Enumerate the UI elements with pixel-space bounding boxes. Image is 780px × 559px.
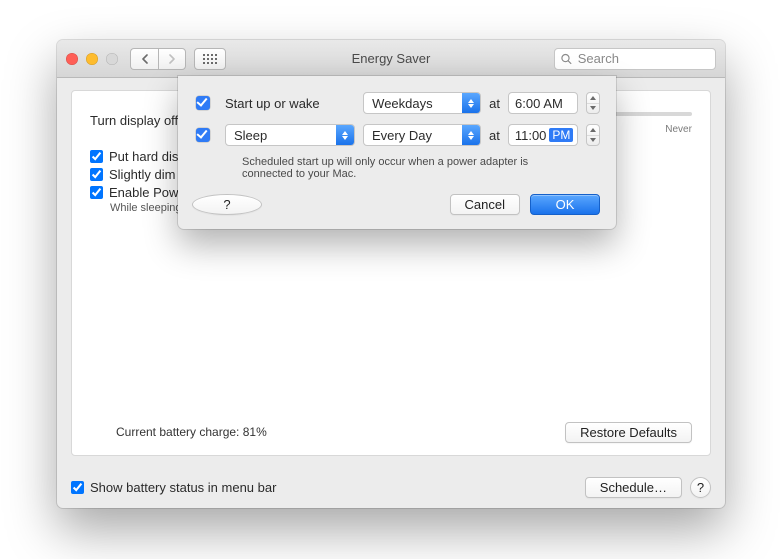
- sleep-time-field[interactable]: 11:00 PM: [508, 124, 578, 146]
- forward-button: [158, 48, 186, 70]
- wake-label: Start up or wake: [225, 96, 320, 111]
- menu-bar-battery-checkbox[interactable]: Show battery status in menu bar: [71, 480, 276, 495]
- titlebar: Energy Saver: [57, 40, 725, 78]
- back-button[interactable]: [130, 48, 158, 70]
- minimize-window-button[interactable]: [86, 53, 98, 65]
- sleep-action-popup[interactable]: Sleep: [225, 124, 355, 146]
- bottom-bar: Show battery status in menu bar Schedule…: [71, 477, 711, 498]
- search-input[interactable]: [576, 50, 709, 67]
- wake-enable-checkbox[interactable]: [196, 96, 210, 110]
- schedule-button[interactable]: Schedule…: [585, 477, 682, 498]
- sleep-days-popup[interactable]: Every Day: [363, 124, 481, 146]
- chevron-updown-icon: [462, 93, 480, 113]
- search-icon: [561, 53, 572, 65]
- schedule-note: Scheduled start up will only occur when …: [242, 156, 562, 180]
- chevron-updown-icon: [462, 125, 480, 145]
- ok-button[interactable]: OK: [530, 194, 600, 215]
- search-field[interactable]: [554, 48, 716, 70]
- slider-tick: Never: [665, 124, 692, 135]
- battery-charge-status: Current battery charge: 81%: [116, 425, 267, 439]
- show-all-button[interactable]: [194, 48, 226, 70]
- window-controls: [66, 53, 118, 65]
- wake-time-field[interactable]: 6:00 AM: [508, 92, 578, 114]
- sleep-enable-checkbox[interactable]: [196, 128, 210, 142]
- chevron-updown-icon: [336, 125, 354, 145]
- help-button[interactable]: ?: [690, 477, 711, 498]
- schedule-sheet: Start up or wake Weekdays at 6:00 AM Sle…: [178, 76, 616, 229]
- at-label: at: [489, 128, 500, 143]
- at-label: at: [489, 96, 500, 111]
- sleep-time-stepper[interactable]: [586, 124, 600, 146]
- cancel-button[interactable]: Cancel: [450, 194, 520, 215]
- zoom-window-button: [106, 53, 118, 65]
- wake-time-stepper[interactable]: [586, 92, 600, 114]
- wake-days-popup[interactable]: Weekdays: [363, 92, 481, 114]
- nav-buttons: [130, 48, 186, 70]
- restore-defaults-button[interactable]: Restore Defaults: [565, 422, 692, 443]
- sheet-help-button[interactable]: ?: [192, 194, 262, 215]
- close-window-button[interactable]: [66, 53, 78, 65]
